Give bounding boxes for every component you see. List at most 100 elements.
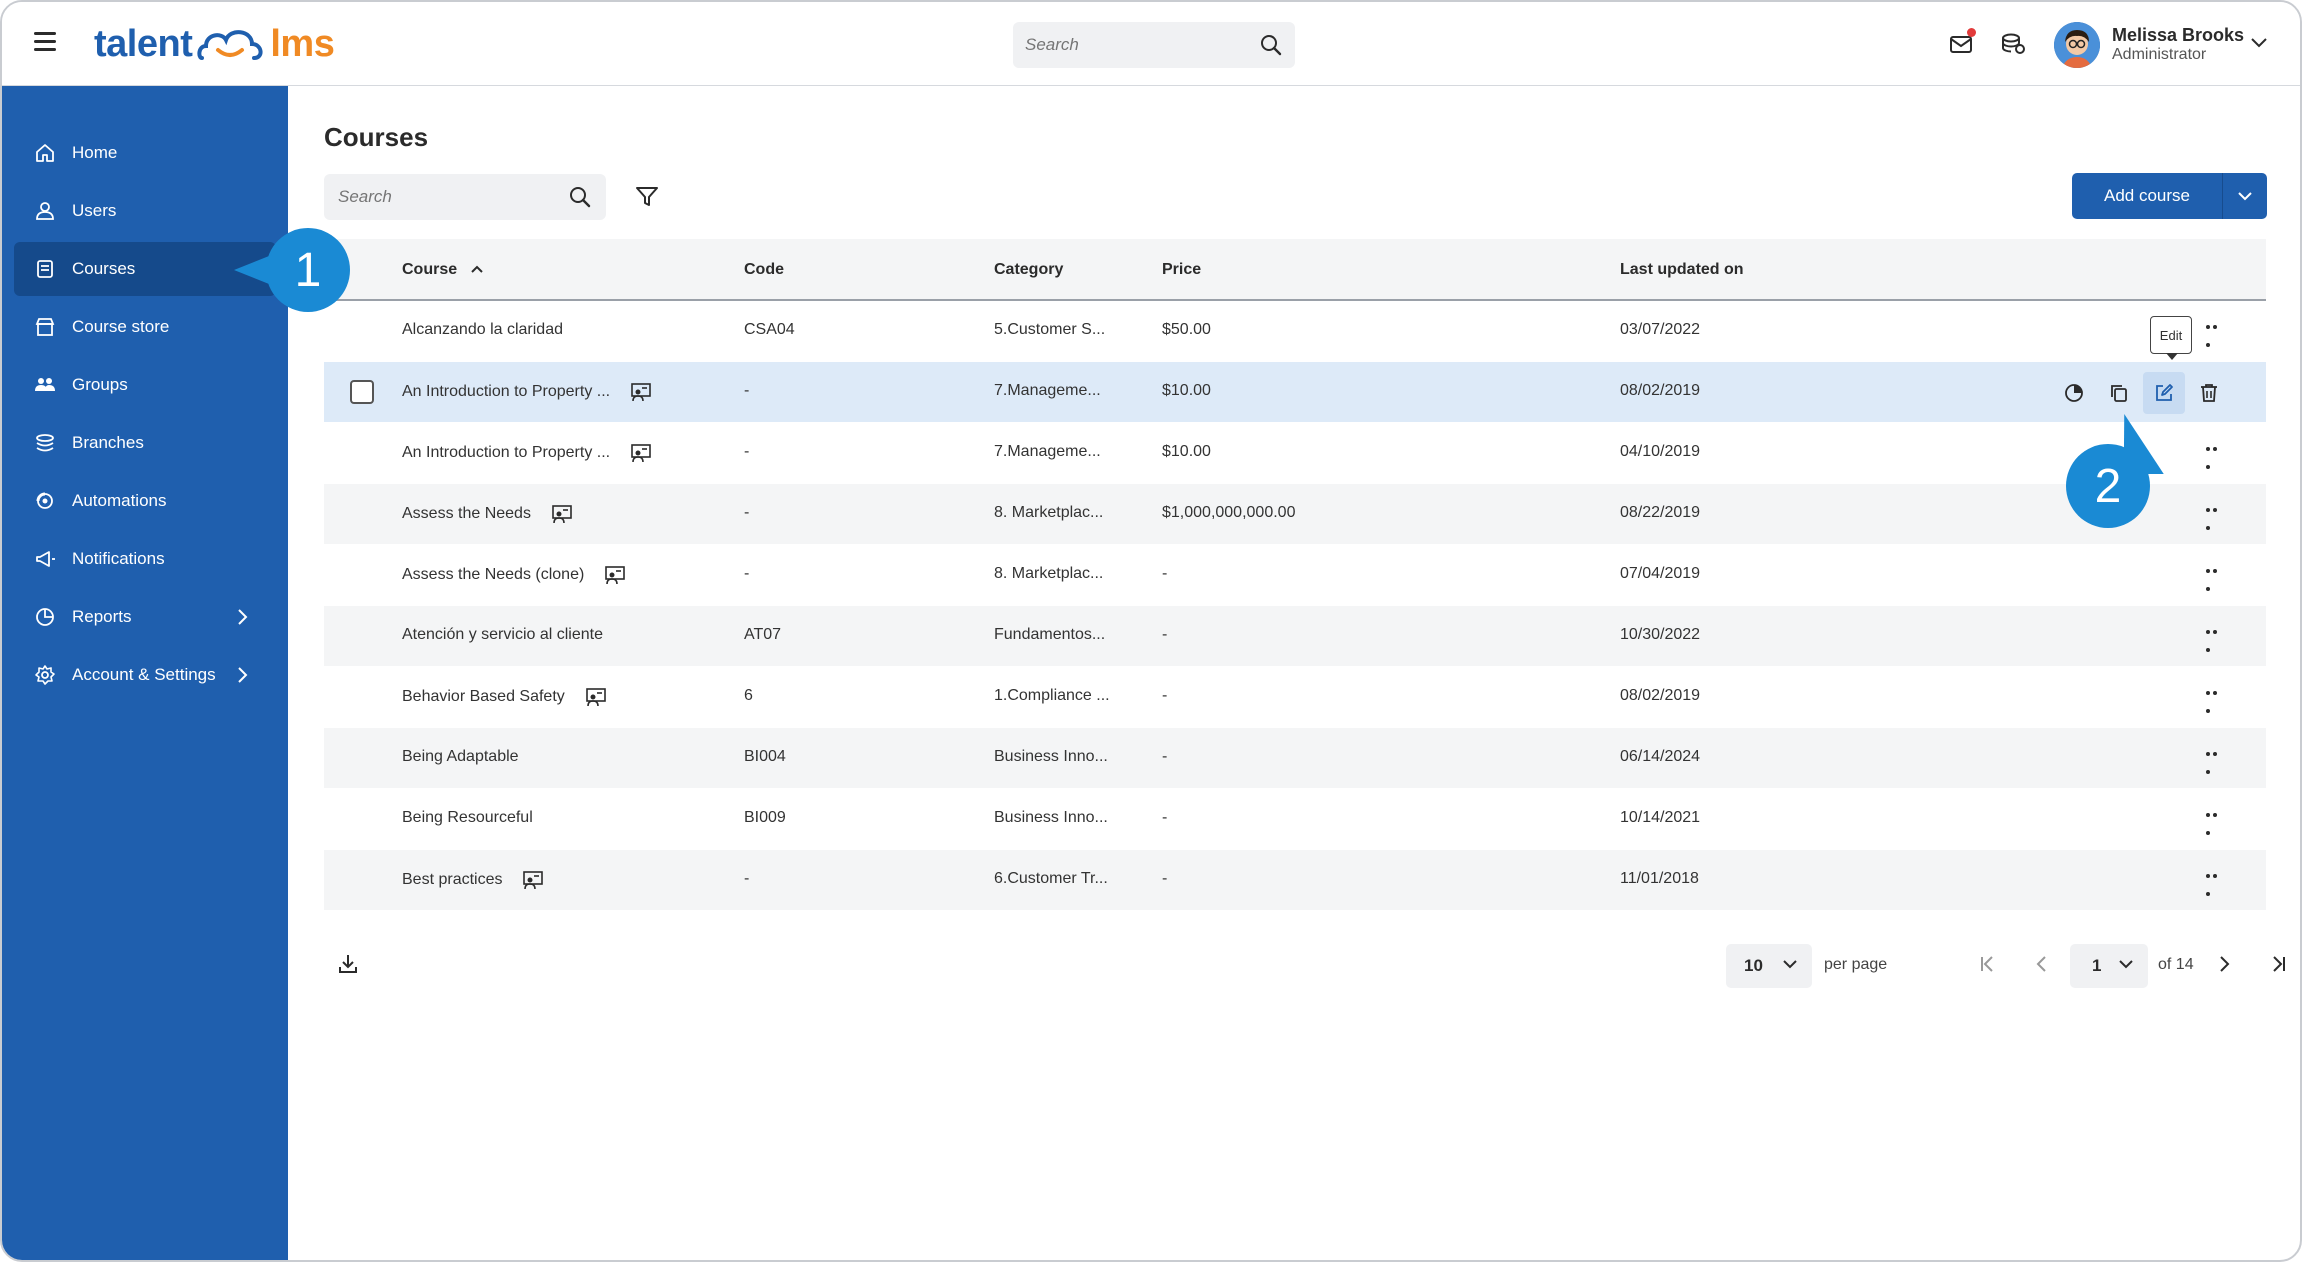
course-price: - <box>1162 687 1168 704</box>
course-name-cell[interactable]: Atención y servicio al cliente <box>402 626 603 644</box>
more-options-icon[interactable] <box>2206 325 2226 347</box>
course-name[interactable]: Behavior Based Safety <box>402 688 565 706</box>
add-course-label[interactable]: Add course <box>2072 173 2223 219</box>
first-page-icon[interactable] <box>1976 952 2000 976</box>
more-options-icon[interactable] <box>2206 630 2226 652</box>
clone-action[interactable] <box>2098 372 2140 414</box>
sidebar-item-course-store[interactable]: Course store <box>14 300 276 354</box>
edit-action[interactable] <box>2143 372 2185 414</box>
classroom-icon <box>523 871 544 890</box>
course-name-cell[interactable]: Assess the Needs <box>402 504 573 524</box>
course-category: Business Inno... <box>994 748 1108 765</box>
chevron-right-icon[interactable] <box>232 607 252 627</box>
table-row[interactable]: An Introduction to Property ... - 7.Manage… <box>324 362 2266 423</box>
course-name-cell[interactable]: Being Adaptable <box>402 748 519 766</box>
sidebar-item-automations[interactable]: Automations <box>14 474 276 528</box>
table-row[interactable]: Being Resourceful BI009 Business Inno... - 1… <box>324 789 2266 850</box>
page-select[interactable]: 1 <box>2070 944 2148 988</box>
sidebar-item-branches[interactable]: Branches <box>14 416 276 470</box>
user-menu[interactable]: Melissa Brooks Administrator <box>2054 22 2244 68</box>
reports-action[interactable] <box>2053 372 2095 414</box>
search-icon[interactable] <box>568 185 592 209</box>
add-course-button[interactable]: Add course <box>2072 173 2267 219</box>
table-row[interactable]: Assess the Needs (clone) - 8. Marketplac..… <box>324 545 2266 606</box>
course-category: 8. Marketplac... <box>994 565 1104 582</box>
column-header-code[interactable]: Code <box>744 261 784 279</box>
course-name[interactable]: Assess the Needs <box>402 505 531 523</box>
next-page-icon[interactable] <box>2212 952 2236 976</box>
delete-action[interactable] <box>2188 372 2230 414</box>
course-name[interactable]: An Introduction to Property ... <box>402 444 610 462</box>
course-name-cell[interactable]: Assess the Needs (clone) <box>402 565 626 585</box>
course-name-cell[interactable]: Alcanzando la claridad <box>402 321 563 339</box>
course-name-cell[interactable]: Being Resourceful <box>402 809 533 827</box>
course-name-cell[interactable]: An Introduction to Property ... <box>402 382 652 402</box>
avatar[interactable] <box>2054 22 2100 68</box>
table-row[interactable]: Atención y servicio al cliente AT07 Fundam… <box>324 606 2266 667</box>
course-name[interactable]: Being Resourceful <box>402 809 533 827</box>
more-options-icon[interactable] <box>2206 569 2226 591</box>
previous-page-icon[interactable] <box>2030 952 2054 976</box>
column-header-price[interactable]: Price <box>1162 261 1201 279</box>
table-row[interactable]: Assess the Needs - 8. Marketplac... $1,000,… <box>324 484 2266 545</box>
per-page-select[interactable]: 10 <box>1726 944 1812 988</box>
chevron-right-icon[interactable] <box>232 665 252 685</box>
course-name[interactable]: Atención y servicio al cliente <box>402 626 603 644</box>
sidebar-item-notifications[interactable]: Notifications <box>14 532 276 586</box>
download-icon[interactable] <box>336 952 360 976</box>
column-header-category[interactable]: Category <box>994 261 1063 279</box>
course-last-updated: 10/30/2022 <box>1620 626 1701 643</box>
course-name[interactable]: Being Adaptable <box>402 748 519 766</box>
hamburger-menu-icon[interactable] <box>34 32 56 54</box>
global-search[interactable] <box>1013 22 1295 68</box>
course-name[interactable]: An Introduction to Property ... <box>402 383 610 401</box>
pie-chart-icon <box>2065 384 2083 402</box>
sidebar-item-reports[interactable]: Reports <box>14 590 276 644</box>
course-price: - <box>1162 626 1168 643</box>
table-row[interactable]: Behavior Based Safety 6 1.Compliance ... - 0… <box>324 667 2266 728</box>
course-name-cell[interactable]: Behavior Based Safety <box>402 687 607 707</box>
course-code: - <box>744 504 750 521</box>
course-code: CSA04 <box>744 321 795 338</box>
course-price: $50.00 <box>1162 321 1211 338</box>
add-course-dropdown[interactable] <box>2223 173 2267 219</box>
sidebar-item-label: Account & Settings <box>72 665 216 684</box>
table-row[interactable]: Alcanzando la claridad CSA04 5.Customer S.… <box>324 301 2266 362</box>
column-header-last-updated[interactable]: Last updated on <box>1620 261 1744 279</box>
more-options-icon[interactable] <box>2206 508 2226 530</box>
sidebar-item-home[interactable]: Home <box>14 126 276 180</box>
course-name-cell[interactable]: Best practices <box>402 870 544 890</box>
course-last-updated: 04/10/2019 <box>1620 443 1701 460</box>
more-options-icon[interactable] <box>2206 447 2226 469</box>
search-icon[interactable] <box>1259 33 1283 57</box>
messages-icon[interactable] <box>1948 28 1976 56</box>
column-header-course[interactable]: Course <box>402 261 484 279</box>
more-options-icon[interactable] <box>2206 691 2226 713</box>
table-row[interactable]: Best practices - 6.Customer Tr... - 11/01/20… <box>324 850 2266 911</box>
course-name[interactable]: Assess the Needs (clone) <box>402 566 584 584</box>
row-checkbox[interactable] <box>350 380 374 404</box>
page-title: Courses <box>324 122 429 152</box>
course-search[interactable] <box>324 174 606 220</box>
global-search-input[interactable] <box>1025 35 1259 55</box>
sidebar-item-groups[interactable]: Groups <box>14 358 276 412</box>
table-footer: 10 per page 1 of 14 <box>324 942 2285 988</box>
chevron-down-icon[interactable] <box>2250 36 2268 50</box>
chevron-down-icon <box>1783 960 1797 969</box>
table-row[interactable]: Being Adaptable BI004 Business Inno... - 06/… <box>324 728 2266 789</box>
course-name[interactable]: Alcanzando la claridad <box>402 321 563 339</box>
coins-icon[interactable] <box>2000 30 2026 56</box>
sort-ascending-icon[interactable] <box>470 264 484 274</box>
course-search-input[interactable] <box>338 187 568 207</box>
more-options-icon[interactable] <box>2206 752 2226 774</box>
course-name[interactable]: Best practices <box>402 871 502 889</box>
more-options-icon[interactable] <box>2206 874 2226 896</box>
sidebar-item-account-settings[interactable]: Account & Settings <box>14 648 276 702</box>
course-name-cell[interactable]: An Introduction to Property ... <box>402 443 652 463</box>
talentlms-logo[interactable]: talent lms <box>94 20 335 68</box>
table-row[interactable]: An Introduction to Property ... - 7.Manage… <box>324 423 2266 484</box>
more-options-icon[interactable] <box>2206 813 2226 835</box>
filter-icon[interactable] <box>634 184 660 210</box>
last-page-icon[interactable] <box>2266 952 2290 976</box>
sidebar-item-users[interactable]: Users <box>14 184 276 238</box>
